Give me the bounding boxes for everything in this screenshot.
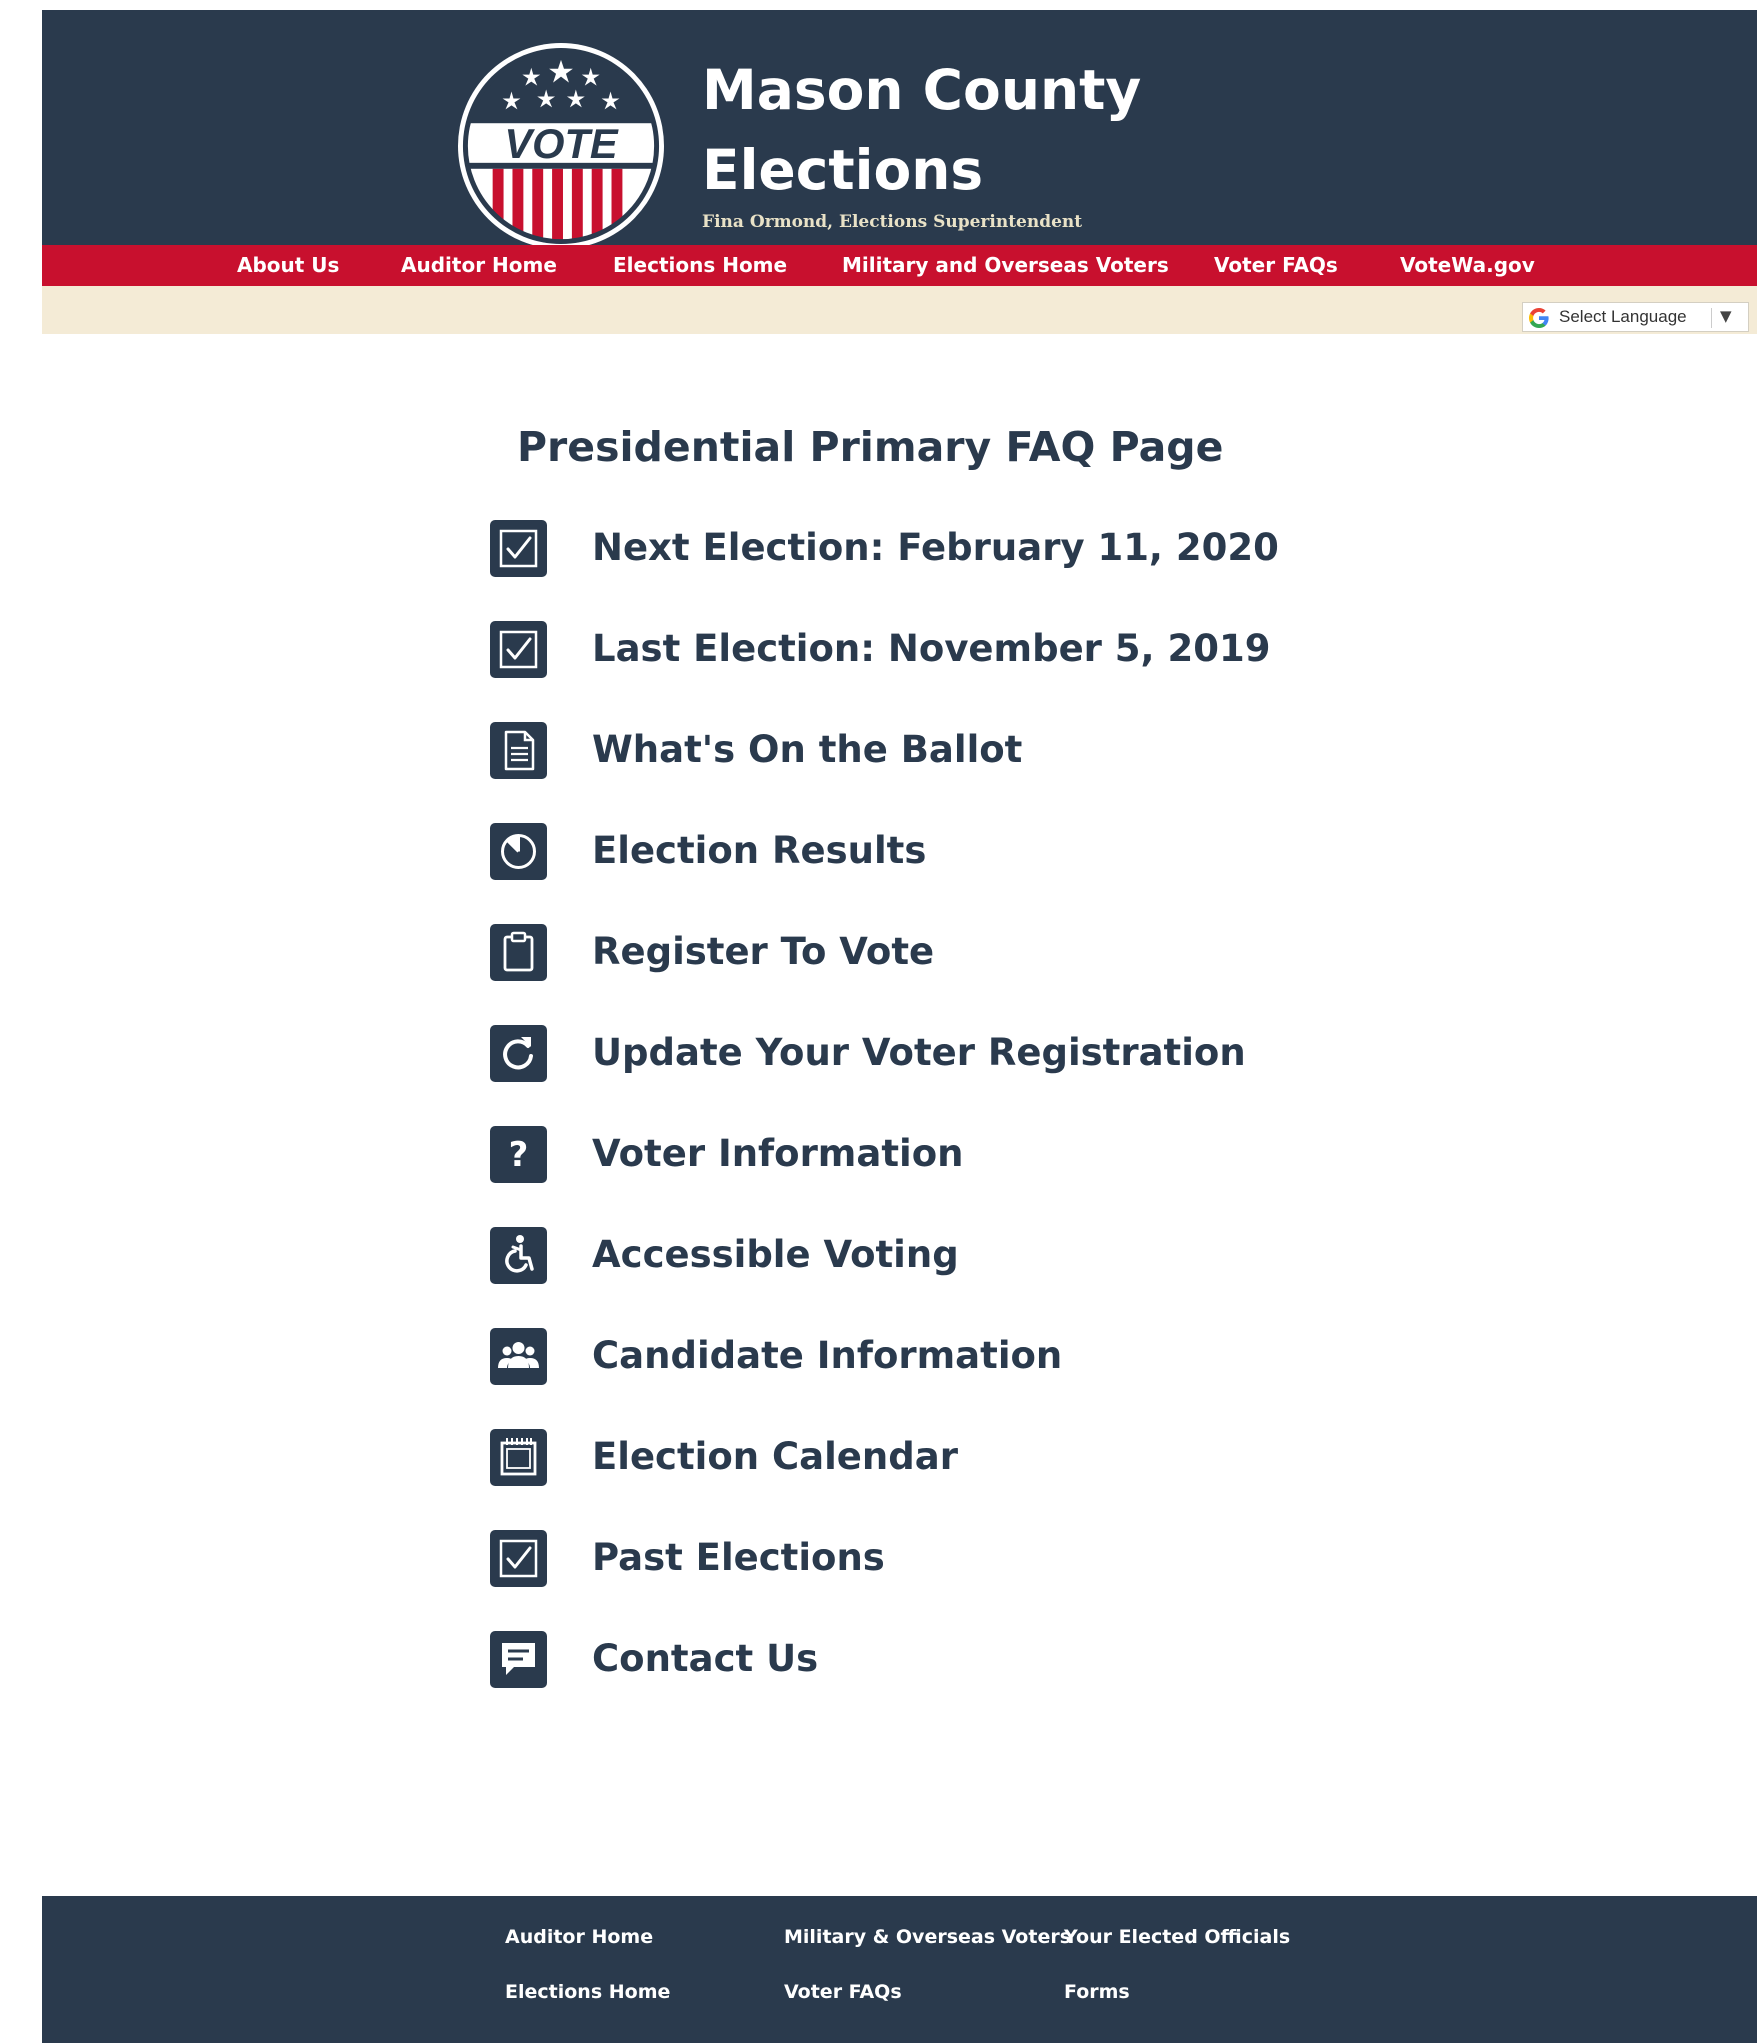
footer-elections-home[interactable]: Elections Home [505, 1981, 670, 2003]
faq-item-voter-information[interactable]: ? Voter Information [490, 1126, 1350, 1196]
question-icon: ? [490, 1126, 547, 1183]
checkbox-icon [490, 520, 547, 577]
footer-military-overseas-voters[interactable]: Military & Overseas Voters [784, 1926, 1071, 1948]
site-container: VOTE Mason County Elections Fina Ormond,… [42, 10, 1757, 2043]
faq-item-update-registration[interactable]: Update Your Voter Registration [490, 1025, 1350, 1095]
chat-icon [490, 1631, 547, 1688]
checkbox-icon [490, 621, 547, 678]
site-subtitle: Fina Ormond, Elections Superintendent [702, 212, 1083, 232]
main-nav: About Us Auditor Home Elections Home Mil… [42, 245, 1757, 286]
calendar-icon [490, 1429, 547, 1486]
footer-forms[interactable]: Forms [1064, 1981, 1130, 2003]
site-title: Mason County Elections [702, 50, 1141, 210]
nav-about-us[interactable]: About Us [237, 245, 339, 286]
faq-item-label: Next Election: February 11, 2020 [592, 526, 1279, 569]
faq-item-label: What's On the Ballot [592, 728, 1023, 771]
faq-item-election-results[interactable]: Election Results [490, 823, 1350, 893]
language-select[interactable]: Select Language ▼ [1522, 302, 1749, 332]
faq-item-label: Voter Information [592, 1132, 964, 1175]
faq-item-past-elections[interactable]: Past Elections [490, 1530, 1350, 1600]
language-select-divider [1711, 308, 1712, 328]
footer-your-elected-officials[interactable]: Your Elected Officials [1064, 1926, 1290, 1948]
faq-item-register-to-vote[interactable]: Register To Vote [490, 924, 1350, 994]
faq-item-label: Register To Vote [592, 930, 935, 973]
refresh-icon [490, 1025, 547, 1082]
language-bar: Select Language ▼ [42, 286, 1757, 334]
clipboard-icon [490, 924, 547, 981]
site-footer: Auditor Home Military & Overseas Voters … [42, 1896, 1757, 2043]
footer-voter-faqs[interactable]: Voter FAQs [784, 1981, 902, 2003]
site-title-line1: Mason County [702, 58, 1142, 122]
nav-votewa-gov[interactable]: VoteWa.gov [1400, 245, 1535, 286]
faq-item-accessible-voting[interactable]: Accessible Voting [490, 1227, 1350, 1297]
footer-auditor-home[interactable]: Auditor Home [505, 1926, 653, 1948]
pie-chart-icon [490, 823, 547, 880]
accessibility-icon [490, 1227, 547, 1284]
svg-text:?: ? [509, 1135, 529, 1175]
nav-military-overseas-voters[interactable]: Military and Overseas Voters [842, 245, 1169, 286]
faq-item-label: Accessible Voting [592, 1233, 959, 1276]
faq-item-whats-on-ballot[interactable]: What's On the Ballot [490, 722, 1350, 792]
vote-logo[interactable]: VOTE [457, 42, 665, 250]
document-icon [490, 722, 547, 779]
nav-voter-faqs[interactable]: Voter FAQs [1214, 245, 1338, 286]
google-g-icon [1529, 308, 1549, 328]
nav-elections-home[interactable]: Elections Home [613, 245, 787, 286]
faq-item-contact-us[interactable]: Contact Us [490, 1631, 1350, 1701]
faq-item-label: Last Election: November 5, 2019 [592, 627, 1271, 670]
chevron-down-icon: ▼ [1720, 307, 1732, 325]
faq-item-candidate-information[interactable]: Candidate Information [490, 1328, 1350, 1398]
faq-item-election-calendar[interactable]: Election Calendar [490, 1429, 1350, 1499]
site-title-line2: Elections [702, 138, 984, 202]
checkbox-icon [490, 1530, 547, 1587]
nav-auditor-home[interactable]: Auditor Home [401, 245, 557, 286]
people-icon [490, 1328, 547, 1385]
site-header: VOTE Mason County Elections Fina Ormond,… [42, 10, 1757, 250]
faq-item-label: Update Your Voter Registration [592, 1031, 1246, 1074]
faq-item-label: Candidate Information [592, 1334, 1063, 1377]
logo-vote-text: VOTE [504, 120, 619, 167]
faq-item-label: Election Results [592, 829, 927, 872]
page-title: Presidential Primary FAQ Page [517, 423, 1224, 471]
faq-item-next-election[interactable]: Next Election: February 11, 2020 [490, 520, 1350, 590]
language-select-label: Select Language [1559, 307, 1687, 326]
faq-item-label: Contact Us [592, 1637, 819, 1680]
faq-item-last-election[interactable]: Last Election: November 5, 2019 [490, 621, 1350, 691]
faq-item-label: Past Elections [592, 1536, 885, 1579]
faq-item-label: Election Calendar [592, 1435, 958, 1478]
